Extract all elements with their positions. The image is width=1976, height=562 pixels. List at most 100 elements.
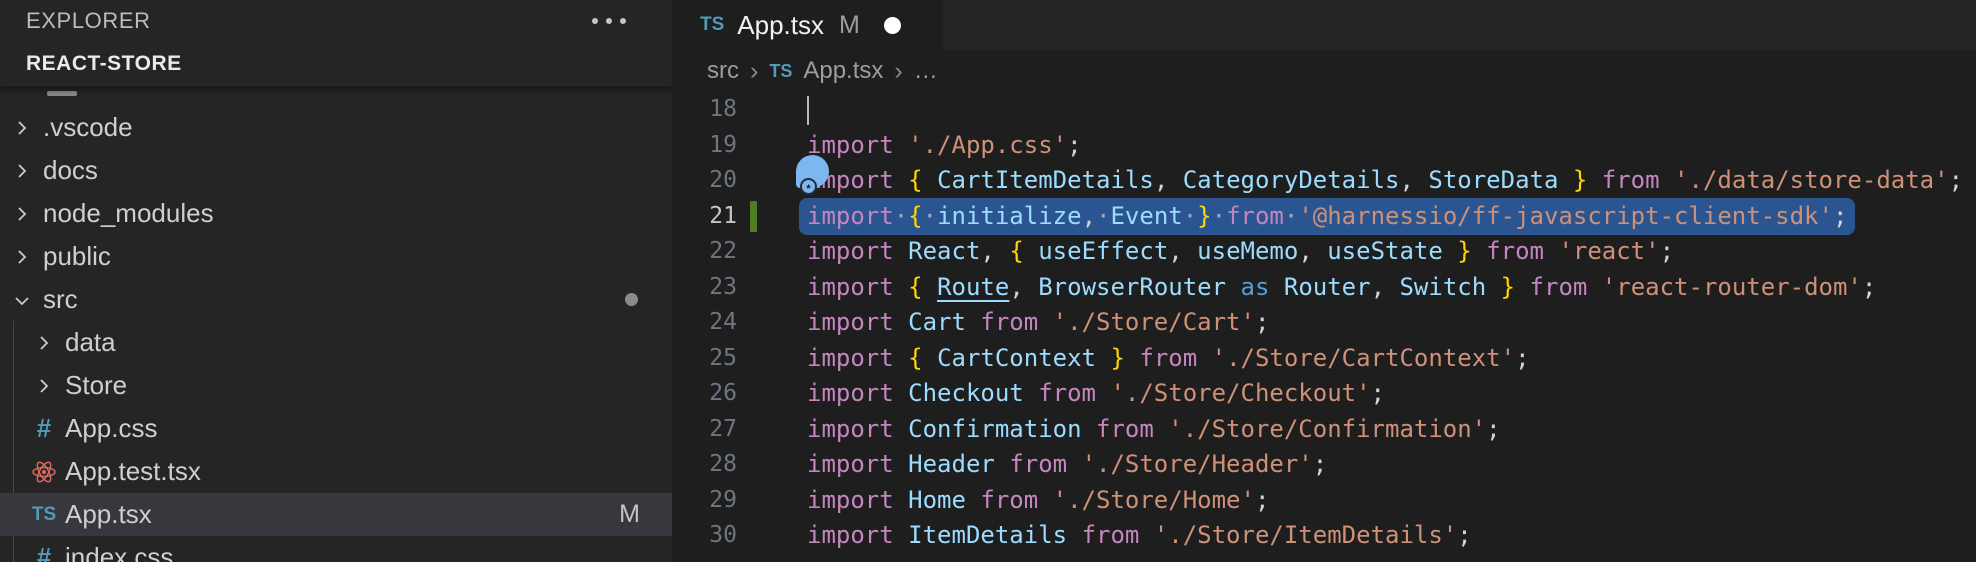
chevron-right-icon: ›	[750, 57, 758, 86]
tab-bar: TS App.tsx M	[672, 0, 1976, 50]
chevron-down-icon	[8, 286, 36, 314]
code-line-19[interactable]: 19 import './App.css';	[672, 128, 1976, 164]
explorer-titlebar: EXPLORER	[0, 0, 672, 42]
code-line-content: import React, { useEffect, useMemo, useS…	[807, 234, 1976, 270]
sparkle-badge-icon: ★	[800, 178, 817, 195]
tree-item-label: src	[43, 284, 78, 315]
code-line-content: import ItemDetails from './Store/ItemDet…	[807, 518, 1976, 554]
typescript-file-icon: TS	[30, 501, 58, 529]
code-line-18[interactable]: 18	[672, 92, 1976, 128]
chevron-right-icon	[8, 114, 36, 142]
code-line-content: import Confirmation from './Store/Confir…	[807, 412, 1976, 448]
tree-item-app-test-tsx[interactable]: App.test.tsx	[0, 450, 672, 493]
tree-item-label: Store	[65, 370, 127, 401]
tree-item-label: node_modules	[43, 198, 214, 229]
code-line-content	[807, 92, 1976, 128]
line-number[interactable]: 25	[672, 341, 737, 377]
tree-item-store[interactable]: Store	[0, 364, 672, 407]
code-line-22[interactable]: 22 import React, { useEffect, useMemo, us…	[672, 234, 1976, 270]
tab-label: App.tsx	[737, 10, 824, 41]
code-line-25[interactable]: 25 import { CartContext } from './Store/C…	[672, 341, 1976, 377]
breadcrumb-file[interactable]: App.tsx	[803, 57, 883, 85]
line-number[interactable]: 19	[672, 128, 737, 164]
editor-group: TS App.tsx M src › TS App.tsx › … 1819 im…	[672, 0, 1976, 562]
react-file-icon	[30, 458, 58, 486]
code-line-content: import { CartContext } from './Store/Car…	[807, 341, 1976, 377]
project-name: REACT-STORE	[26, 52, 182, 76]
tree-item-label: App.css	[65, 413, 158, 444]
line-number[interactable]: 21	[672, 199, 737, 235]
line-number[interactable]: 27	[672, 412, 737, 448]
line-number[interactable]: 22	[672, 234, 737, 270]
tree-item-app-css[interactable]: #App.css	[0, 407, 672, 450]
explorer-title: EXPLORER	[26, 8, 151, 34]
text-cursor	[807, 96, 809, 125]
code-line-26[interactable]: 26 import Checkout from './Store/Checkout…	[672, 376, 1976, 412]
tree-item--vscode[interactable]: .vscode	[0, 106, 672, 149]
code-area[interactable]: 1819 import './App.css'; 20 import { CartIt…	[672, 92, 1976, 562]
unsaved-dot-icon[interactable]	[884, 17, 901, 34]
vscode-window: EXPLORER REACT-STORE .vscode docs node_mod…	[0, 0, 1976, 562]
breadcrumb: src › TS App.tsx › …	[672, 50, 1976, 92]
code-line-content: import { Route, BrowserRouter as Router,…	[807, 270, 1976, 306]
tree-item-app-tsx[interactable]: TSApp.tsx M	[0, 493, 672, 536]
code-line-content: import { CartItemDetails, CategoryDetail…	[807, 163, 1976, 199]
code-line-23[interactable]: 23 import { Route, BrowserRouter as Route…	[672, 270, 1976, 306]
breadcrumb-folder[interactable]: src	[707, 57, 739, 85]
tree-item-label: App.tsx	[65, 499, 152, 530]
git-modified-gutter-bar	[750, 201, 757, 233]
code-line-20[interactable]: 20 import { CartItemDetails, CategoryDeta…	[672, 163, 1976, 199]
clipped-tree-item	[47, 91, 77, 96]
breadcrumb-symbol[interactable]: …	[914, 57, 938, 85]
typescript-icon: TS	[700, 14, 724, 36]
tree-item-docs[interactable]: docs	[0, 149, 672, 192]
code-line-content: import Checkout from './Store/Checkout';	[807, 376, 1976, 412]
tree-item-label: data	[65, 327, 116, 358]
line-number[interactable]: 20	[672, 163, 737, 199]
line-number[interactable]: 23	[672, 270, 737, 306]
line-number[interactable]: 28	[672, 447, 737, 483]
line-number[interactable]: 30	[672, 518, 737, 554]
chevron-right-icon	[8, 243, 36, 271]
line-number[interactable]: 26	[672, 376, 737, 412]
chevron-right-icon	[30, 372, 58, 400]
tab-git-status: M	[839, 11, 860, 40]
chevron-right-icon: ›	[894, 57, 902, 86]
code-line-27[interactable]: 27 import Confirmation from './Store/Conf…	[672, 412, 1976, 448]
project-section-header[interactable]: REACT-STORE	[0, 42, 672, 86]
code-line-29[interactable]: 29 import Home from './Store/Home';	[672, 483, 1976, 519]
code-line-content: import Cart from './Store/Cart';	[807, 305, 1976, 341]
tab-app-tsx[interactable]: TS App.tsx M	[672, 0, 943, 50]
chevron-right-icon	[8, 157, 36, 185]
tree-item-node_modules[interactable]: node_modules	[0, 192, 672, 235]
css-file-icon: #	[30, 544, 58, 562]
code-line-content: import Header from './Store/Header';	[807, 447, 1976, 483]
css-file-icon: #	[30, 415, 58, 443]
tree-item-label: .vscode	[43, 112, 133, 143]
tree-item-label: public	[43, 241, 111, 272]
code-line-21[interactable]: 21 import·{·initialize,·Event·}·from·'@ha…	[672, 199, 1976, 235]
code-line-content: import·{·initialize,·Event·}·from·'@harn…	[807, 199, 1976, 235]
code-line-content: import Home from './Store/Home';	[807, 483, 1976, 519]
tree-item-label: index.css	[65, 542, 173, 562]
tree-item-data[interactable]: data	[0, 321, 672, 364]
modified-contents-dot	[625, 293, 638, 306]
tree-item-label: App.test.tsx	[65, 456, 201, 487]
code-line-28[interactable]: 28 import Header from './Store/Header';	[672, 447, 1976, 483]
git-modified-badge: M	[619, 500, 640, 529]
typescript-icon: TS	[769, 61, 792, 82]
file-tree: .vscode docs node_modulespublic src data Stor…	[0, 86, 672, 562]
chevron-right-icon	[8, 200, 36, 228]
line-number[interactable]: 18	[672, 92, 737, 128]
tree-item-public[interactable]: public	[0, 235, 672, 278]
tree-item-index-css[interactable]: # index.css	[0, 536, 672, 562]
more-actions-icon[interactable]	[586, 12, 632, 30]
line-number[interactable]: 29	[672, 483, 737, 519]
code-line-24[interactable]: 24 import Cart from './Store/Cart';	[672, 305, 1976, 341]
selection-highlight: import·{·initialize,·Event·}·from·'@harn…	[799, 198, 1855, 235]
tree-item-src[interactable]: src	[0, 278, 672, 321]
line-number[interactable]: 24	[672, 305, 737, 341]
tree-item-label: docs	[43, 155, 98, 186]
code-line-content: import './App.css';	[807, 128, 1976, 164]
code-line-30[interactable]: 30 import ItemDetails from './Store/ItemD…	[672, 518, 1976, 554]
